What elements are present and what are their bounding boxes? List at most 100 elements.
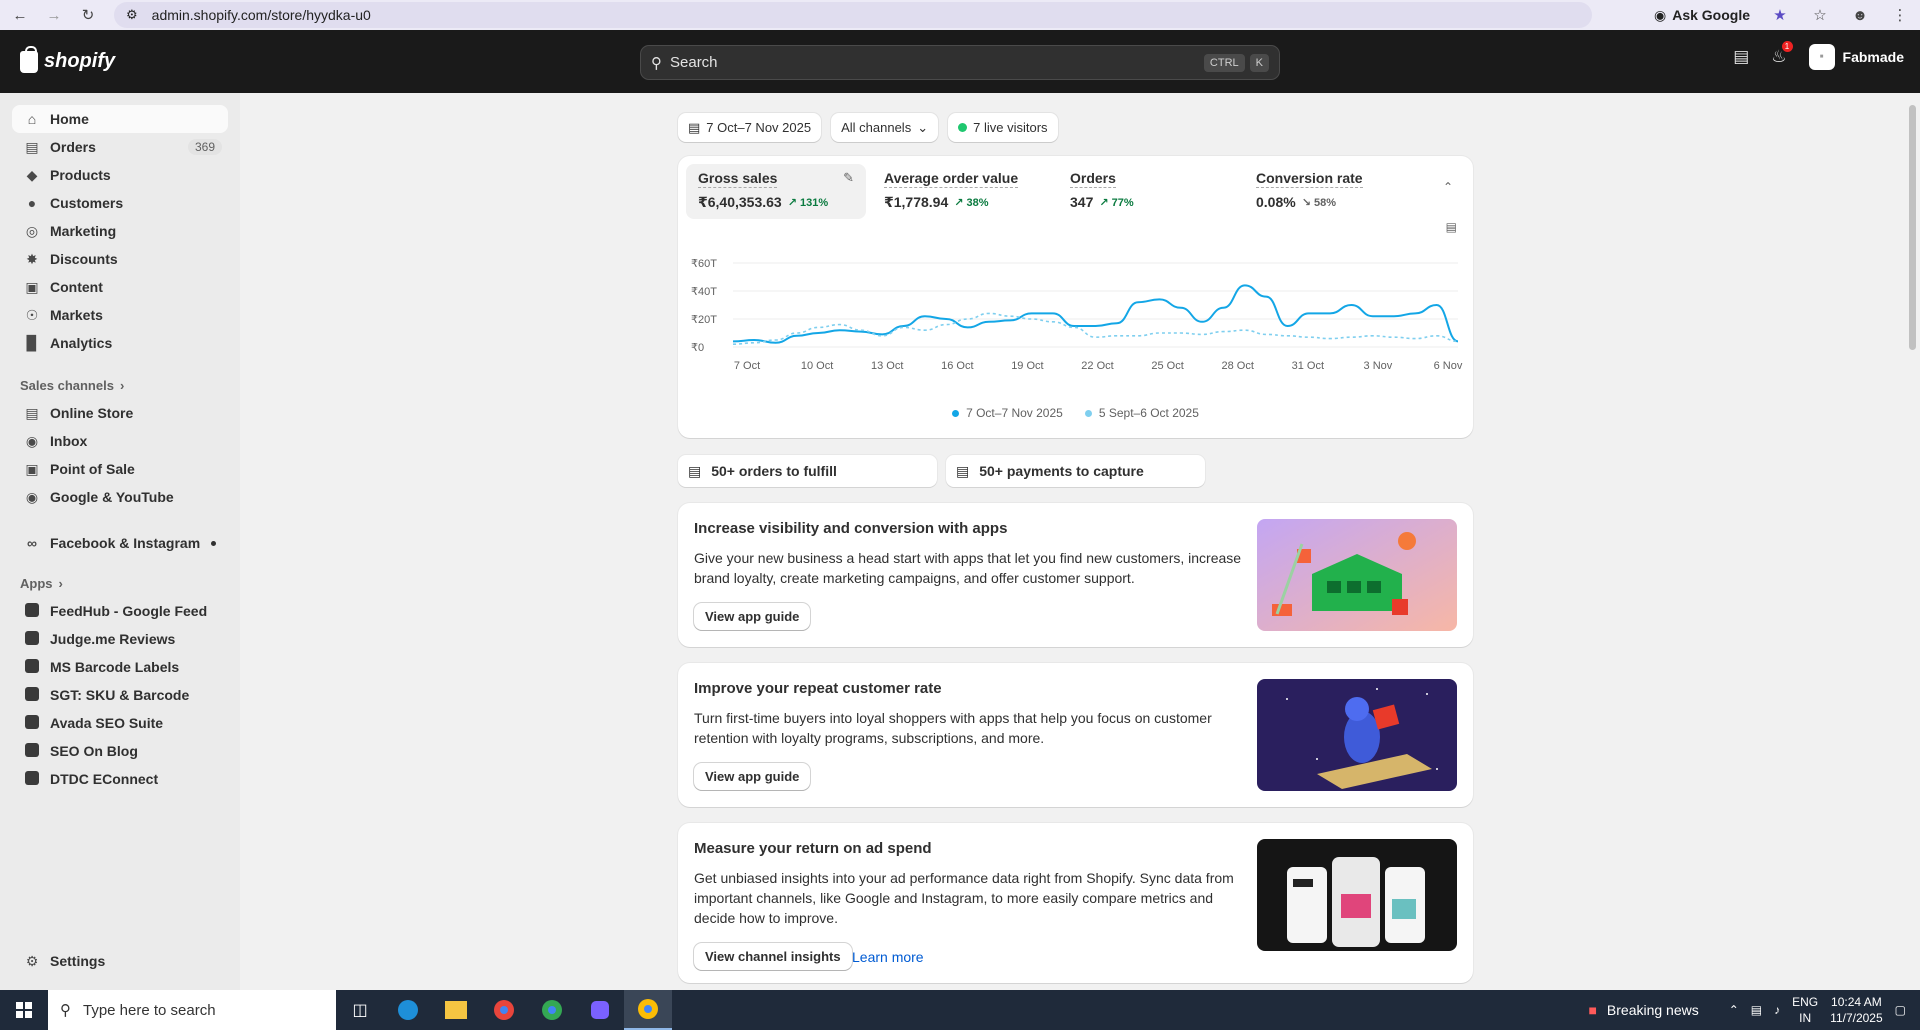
- view-channel-insights-button[interactable]: View channel insights: [694, 943, 852, 970]
- sidebar-item-online-store[interactable]: ▤ Online Store: [12, 399, 228, 427]
- chart-settings-icon[interactable]: ▤: [1446, 220, 1457, 234]
- sidebar-item-ms-barcode[interactable]: MS Barcode Labels: [12, 653, 228, 681]
- ask-google-button[interactable]: ◉ Ask Google: [1644, 2, 1760, 28]
- series-line-1[interactable]: [732, 312, 1459, 345]
- metric-orders[interactable]: Orders 347 ↗ 77%: [1058, 164, 1238, 219]
- reload-icon[interactable]: ↻: [74, 1, 102, 29]
- inbox-icon[interactable]: ▤: [1733, 47, 1749, 67]
- pencil-icon[interactable]: ✎: [843, 170, 854, 186]
- metric-change: ↗ 77%: [1099, 196, 1134, 209]
- menu-kebab-icon[interactable]: ⋮: [1880, 6, 1920, 24]
- sidebar-item-discounts[interactable]: ✸ Discounts: [12, 245, 228, 273]
- notifications-icon[interactable]: ▢: [1895, 1003, 1906, 1017]
- profile-icon[interactable]: ☻: [1840, 7, 1880, 24]
- sidebar-item-markets[interactable]: ☉ Markets: [12, 301, 228, 329]
- sidebar-item-customers[interactable]: ● Customers: [12, 189, 228, 217]
- legend-label: 7 Oct–7 Nov 2025: [966, 406, 1063, 420]
- live-visitors-button[interactable]: 7 live visitors: [948, 113, 1058, 142]
- sidebar-item-seo-on-blog[interactable]: SEO On Blog: [12, 737, 228, 765]
- page-scrollbar[interactable]: [1905, 93, 1920, 990]
- bookmarks-icon[interactable]: ☆: [1800, 6, 1840, 24]
- sidebar-item-facebook-instagram[interactable]: ∞ Facebook & Instagram: [12, 529, 228, 557]
- sidebar-item-point-of-sale[interactable]: ▣ Point of Sale: [12, 455, 228, 483]
- brand-name: shopify: [44, 50, 116, 72]
- chrome-profile-icon[interactable]: [528, 990, 576, 1030]
- sales-line-chart: ₹60T ₹40T ₹20T ₹0 7 Oct 10 Oct 13 Oct 16 Oct 19 …: [691, 258, 1463, 372]
- sidebar-item-judgeme[interactable]: Judge.me Reviews: [12, 625, 228, 653]
- sidebar-item-feedhub[interactable]: FeedHub - Google Feed: [12, 597, 228, 625]
- sidebar-item-sgt-sku[interactable]: SGT: SKU & Barcode: [12, 681, 228, 709]
- taskbar-search-input[interactable]: ⚲ Type here to search: [48, 990, 336, 1030]
- news-widget[interactable]: ■ Breaking news: [1588, 1002, 1698, 1018]
- metric-change: ↗ 38%: [954, 197, 989, 209]
- chrome-active-icon[interactable]: [624, 990, 672, 1030]
- view-app-guide-button[interactable]: View app guide: [694, 603, 811, 630]
- date-range-picker[interactable]: ▤ 7 Oct–7 Nov 2025: [678, 113, 822, 142]
- volume-icon[interactable]: ♪: [1774, 1003, 1780, 1017]
- channel-select[interactable]: All channels ⌄: [831, 113, 939, 142]
- search-input[interactable]: ⚲ Search CTRL K: [640, 45, 1280, 80]
- admin-topbar: shopify ⚲ Search CTRL K ▤ ♨ 1 ■ Fabmade: [0, 30, 1920, 93]
- legend-item-previous[interactable]: 5 Sept–6 Oct 2025: [1084, 406, 1199, 420]
- learn-more-link[interactable]: Learn more: [852, 949, 924, 965]
- store-menu[interactable]: ■ Fabmade: [1808, 44, 1904, 70]
- shopify-bag-icon: [20, 45, 38, 73]
- promo-title: Increase visibility and conversion with …: [694, 520, 1008, 537]
- sales-channels-heading[interactable]: Sales channels ›: [20, 375, 228, 395]
- orders-to-fulfill-button[interactable]: ▤ 50+ orders to fulfill: [678, 455, 937, 487]
- sidebar-item-marketing[interactable]: ◎ Marketing: [12, 217, 228, 245]
- legend-item-current[interactable]: 7 Oct–7 Nov 2025: [952, 406, 1063, 420]
- site-info-icon[interactable]: ⚙: [126, 7, 138, 23]
- sidebar-item-dtdc[interactable]: DTDC EConnect: [12, 765, 228, 793]
- sidebar-item-avada-seo[interactable]: Avada SEO Suite: [12, 709, 228, 737]
- series-line-0[interactable]: [732, 284, 1459, 344]
- edge-icon[interactable]: [384, 990, 432, 1030]
- metric-conversion-rate[interactable]: Conversion rate 0.08% ↘ 58%: [1244, 164, 1424, 219]
- copilot-icon[interactable]: [576, 990, 624, 1030]
- bar-chart-icon: ▉: [26, 334, 38, 351]
- legend-label: 5 Sept–6 Oct 2025: [1098, 406, 1199, 420]
- forward-icon[interactable]: →: [40, 1, 68, 29]
- lens-icon: ◉: [1653, 6, 1667, 23]
- back-icon[interactable]: ←: [6, 1, 34, 29]
- gear-icon: ⚙: [25, 952, 39, 969]
- chrome-icon[interactable]: [480, 990, 528, 1030]
- sidebar-item-home[interactable]: ⌂ Home: [12, 105, 228, 133]
- collapse-chevron-icon[interactable]: ⌃: [1443, 180, 1453, 194]
- promo-title: Measure your return on ad spend: [694, 840, 932, 857]
- shopify-logo[interactable]: shopify: [20, 45, 116, 73]
- sidebar-item-google-youtube[interactable]: ◉ Google & YouTube: [12, 483, 228, 511]
- sidebar-item-content[interactable]: ▣ Content: [12, 273, 228, 301]
- tray-chevron-icon[interactable]: ⌃: [1729, 1003, 1739, 1017]
- task-view-icon[interactable]: ◫: [336, 990, 384, 1030]
- address-bar[interactable]: ⚙ admin.shopify.com/store/hyydka-u0: [114, 2, 1592, 28]
- lang-label: ENG: [1792, 995, 1819, 1009]
- windows-start-icon[interactable]: [0, 1002, 48, 1018]
- metric-average-order-value[interactable]: Average order value ₹1,778.94 ↗ 38%: [872, 164, 1052, 219]
- notification-badge: 1: [1781, 41, 1793, 52]
- seo-blog-app-icon: [22, 742, 42, 760]
- sidebar-item-label: Analytics: [50, 335, 113, 351]
- tag-icon: ◆: [26, 166, 38, 183]
- language-indicator[interactable]: ENG IN: [1792, 994, 1818, 1026]
- view-app-guide-button[interactable]: View app guide: [694, 763, 811, 790]
- bookmark-star-icon[interactable]: ★: [1760, 6, 1800, 24]
- sidebar-item-inbox[interactable]: ◉ Inbox: [12, 427, 228, 455]
- orders-icon: ▤: [25, 138, 39, 155]
- inbox-tray-icon: ▤: [688, 462, 702, 479]
- bell-icon[interactable]: ♨ 1: [1771, 41, 1793, 67]
- sidebar-item-analytics[interactable]: ▉ Analytics: [12, 329, 228, 357]
- network-icon[interactable]: ▤: [1751, 1003, 1762, 1017]
- promo-card-apps: Increase visibility and conversion with …: [678, 503, 1473, 647]
- apps-heading[interactable]: Apps ›: [20, 573, 228, 593]
- sidebar-item-products[interactable]: ◆ Products: [12, 161, 228, 189]
- scrollbar-thumb[interactable]: [1909, 105, 1916, 350]
- sidebar-item-settings[interactable]: ⚙ Settings: [12, 947, 228, 975]
- metric-gross-sales[interactable]: Gross sales ✎ ₹6,40,353.63 ↗ 131%: [686, 164, 866, 219]
- file-explorer-icon[interactable]: [432, 990, 480, 1030]
- payments-to-capture-button[interactable]: ▤ 50+ payments to capture: [946, 455, 1205, 487]
- clock[interactable]: 10:24 AM 11/7/2025: [1830, 994, 1883, 1026]
- legend-swatch: [952, 410, 960, 417]
- sidebar-item-label: Avada SEO Suite: [50, 715, 164, 731]
- sidebar-item-orders[interactable]: ▤ Orders 369: [12, 133, 228, 161]
